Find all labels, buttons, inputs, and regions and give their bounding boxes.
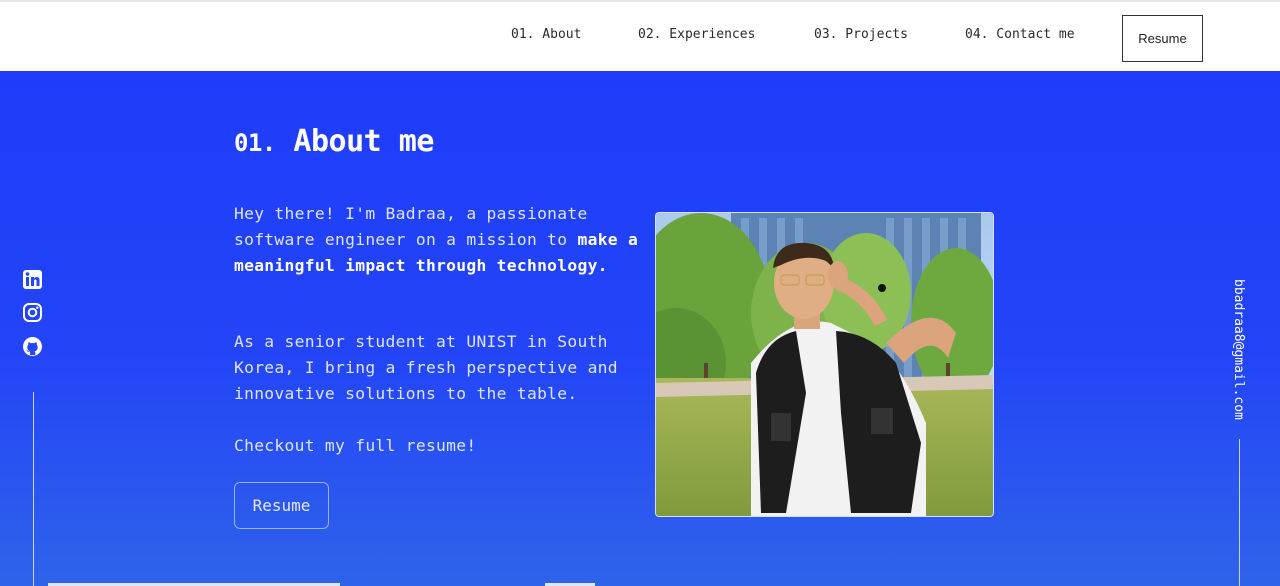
left-divider-line	[33, 392, 34, 586]
title-text: About me	[293, 124, 434, 159]
right-divider-line	[1239, 439, 1240, 586]
title-number: 01.	[234, 129, 276, 157]
nav-link-projects[interactable]: 03. Projects	[814, 27, 908, 42]
resume-prompt: Checkout my full resume!	[234, 436, 477, 455]
intro-paragraph: Hey there! I'm Badraa, a passionate soft…	[234, 201, 639, 279]
page-title: 01. About me	[234, 124, 434, 159]
top-navbar: 01. About 02. Experiences 03. Projects 0…	[0, 0, 1280, 71]
nav-resume-button[interactable]: Resume	[1122, 15, 1203, 62]
profile-photo-illustration	[656, 213, 993, 516]
instagram-icon[interactable]	[22, 302, 43, 323]
github-icon[interactable]	[22, 336, 43, 357]
profile-photo	[655, 212, 994, 517]
linkedin-icon[interactable]	[22, 269, 43, 290]
resume-button[interactable]: Resume	[234, 482, 329, 529]
nav-link-contact[interactable]: 04. Contact me	[965, 27, 1075, 42]
nav-link-about[interactable]: 01. About	[511, 27, 581, 42]
email-link[interactable]: bbadraa8@gmail.com	[1231, 279, 1246, 429]
about-section: 01. About me Hey there! I'm Badraa, a pa…	[0, 71, 1280, 586]
intro-text: Hey there! I'm Badraa, a passionate soft…	[234, 204, 588, 249]
bio-paragraph: As a senior student at UNIST in South Ko…	[234, 332, 618, 403]
nav-link-experiences[interactable]: 02. Experiences	[638, 27, 755, 42]
